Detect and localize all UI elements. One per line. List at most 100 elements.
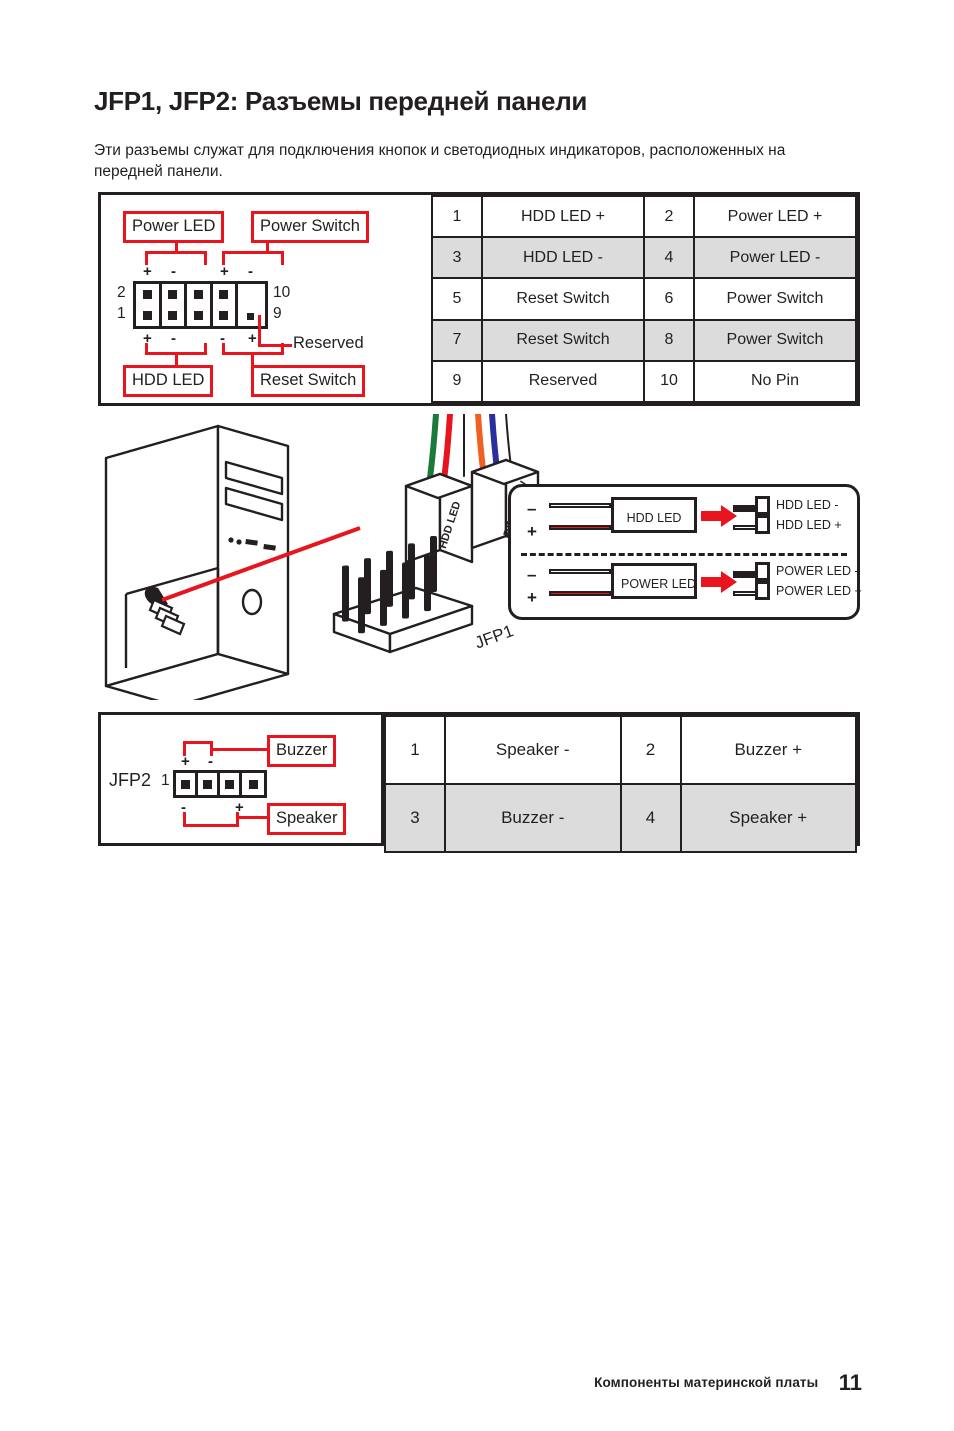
pin-1-dot — [142, 311, 152, 320]
pin-4-dot — [168, 290, 178, 299]
pinnum-9: 9 — [273, 305, 282, 322]
speaker-bracket-right — [236, 812, 239, 827]
cell-pin-number: 1 — [384, 715, 446, 785]
bracket-reset-switch-stem — [251, 352, 254, 366]
jfp2-pinnum-1: 1 — [161, 772, 170, 789]
polarity-top-2: - — [171, 263, 176, 280]
bracket-power-led-right — [204, 251, 207, 265]
power-connector-shell-negative — [755, 562, 770, 581]
callout-speaker: Speaker — [267, 803, 347, 835]
cell-pin-number: 4 — [643, 236, 695, 280]
cell-pin-number: 9 — [431, 359, 483, 404]
pin-5-dot — [193, 311, 203, 320]
power-pin-label-positive: POWER LED + — [776, 584, 862, 598]
cell-pin-number: 2 — [643, 194, 695, 239]
led-polarity-row-hdd: – + HDD LED HDD LED - HDD LED + — [511, 487, 857, 555]
polarity-top-4: - — [248, 263, 253, 280]
jfp2-header-cell-2 — [198, 773, 221, 795]
cell-pin-number: 6 — [643, 277, 695, 321]
cell-pin-number: 4 — [619, 783, 682, 853]
callout-power-switch: Power Switch — [251, 211, 369, 243]
hdd-connector-bar-negative — [733, 505, 757, 512]
jfp1-connector-diagram: Power LED Power Switch + - + - 2 1 10 9 … — [101, 195, 431, 403]
pin-7-dot — [219, 311, 229, 320]
cell-pin-function: Speaker + — [679, 783, 857, 853]
polarity-top-3: + — [220, 263, 229, 280]
cell-pin-function: Reserved — [481, 359, 645, 404]
polarity-top-1: + — [143, 263, 152, 280]
reserved-leader-vertical — [258, 315, 261, 347]
jfp2-header-cell-3 — [220, 773, 243, 795]
page-title: JFP1, JFP2: Разъемы передней панели — [94, 86, 588, 116]
cell-pin-function: Power LED + — [693, 194, 857, 239]
cell-pin-number: 10 — [643, 359, 695, 404]
bracket-hdd-led-stem — [175, 352, 178, 366]
jfp1-pin-header-graphic — [133, 281, 268, 329]
reserved-leader-horizontal — [258, 344, 292, 347]
table-row: 7 Reset Switch 8 Power Switch — [431, 318, 857, 362]
power-connector-shell-positive — [755, 581, 770, 600]
hdd-wire-negative — [549, 503, 611, 508]
jfp2-header-cell-1 — [176, 773, 199, 795]
cell-pin-function: Reset Switch — [481, 277, 645, 321]
cell-pin-number: 7 — [431, 318, 483, 362]
cell-pin-function: Reset Switch — [481, 318, 645, 362]
jfp2-table-body: 1 Speaker - 2 Buzzer + 3 Buzzer - 4 Spea… — [384, 715, 857, 853]
cell-pin-number: 1 — [431, 194, 483, 239]
hdd-connector-shell-positive — [755, 515, 770, 534]
jfp2-pin-table: 1 Speaker - 2 Buzzer + 3 Buzzer - 4 Spea… — [384, 715, 857, 853]
table-row: 3 HDD LED - 4 Power LED - — [431, 236, 857, 280]
jfp1-panel: Power LED Power Switch + - + - 2 1 10 9 … — [98, 192, 860, 406]
footer-page-number: 11 — [838, 1370, 862, 1395]
power-wire-negative — [549, 569, 611, 574]
power-connector-bar-negative — [733, 571, 757, 578]
pinnum-10: 10 — [273, 284, 291, 301]
jfp2-pin-2-dot — [203, 779, 213, 789]
hdd-plus-sign: + — [527, 522, 537, 541]
hdd-led-chip: HDD LED — [611, 497, 697, 533]
table-row: 1 HDD LED + 2 Power LED + — [431, 194, 857, 239]
callout-power-led: Power LED — [123, 211, 225, 243]
jfp2-connector-diagram: JFP2 + - 1 - + Buzzer Speaker — [101, 715, 384, 843]
jfp2-pin-1-dot — [181, 779, 191, 789]
table-row: 9 Reserved 10 No Pin — [431, 359, 857, 404]
cell-pin-function: Power Switch — [693, 318, 857, 362]
page-footer: Компоненты материнской платы 11 — [0, 1370, 954, 1396]
cell-pin-function: Speaker - — [444, 715, 622, 785]
speaker-leader — [236, 816, 269, 819]
bracket-power-switch-right — [281, 251, 284, 265]
bracket-power-led-bar — [145, 251, 207, 254]
callout-buzzer: Buzzer — [267, 735, 337, 767]
buzzer-leader — [210, 748, 269, 751]
bracket-reset-switch-right — [281, 343, 284, 355]
pin-8-dot — [219, 290, 229, 299]
power-wire-positive — [549, 591, 611, 596]
intro-paragraph: Эти разъемы служат для подключения кнопо… — [94, 142, 786, 180]
table-row: 5 Reset Switch 6 Power Switch — [431, 277, 857, 321]
jfp2-pin-table-wrapper: 1 Speaker - 2 Buzzer + 3 Buzzer - 4 Spea… — [384, 715, 857, 853]
header-column-1 — [136, 284, 162, 326]
header-column-3 — [187, 284, 213, 326]
power-connector-bar-positive — [733, 591, 757, 596]
label-reserved: Reserved — [293, 334, 364, 352]
bracket-power-switch-bar — [222, 251, 284, 254]
jfp2-polarity-top-1: + — [181, 753, 190, 770]
jfp2-polarity-top-2: - — [208, 753, 213, 770]
cell-pin-function: HDD LED - — [481, 236, 645, 280]
hdd-arrow-icon — [701, 505, 737, 527]
pinnum-1: 1 — [117, 305, 126, 322]
cell-pin-number: 5 — [431, 277, 483, 321]
hdd-wire-positive — [549, 525, 611, 530]
table-row: 1 Speaker - 2 Buzzer + — [384, 715, 857, 785]
power-led-chip: POWER LED — [611, 563, 697, 599]
led-polarity-reference-box: – + HDD LED HDD LED - HDD LED + – + POWE… — [508, 484, 862, 621]
jfp1-table-body: 1 HDD LED + 2 Power LED + 3 HDD LED - 4 … — [431, 194, 857, 404]
polarity-bottom-2: - — [171, 330, 176, 347]
speaker-bracket-bar — [183, 824, 239, 827]
power-arrow-icon — [701, 571, 737, 593]
cell-pin-number: 8 — [643, 318, 695, 362]
led-polarity-row-power: – + POWER LED POWER LED - POWER LED + — [511, 553, 862, 621]
pinnum-2: 2 — [117, 284, 126, 301]
jfp2-label: JFP2 — [109, 770, 152, 790]
buzzer-bracket-bar — [183, 741, 213, 744]
